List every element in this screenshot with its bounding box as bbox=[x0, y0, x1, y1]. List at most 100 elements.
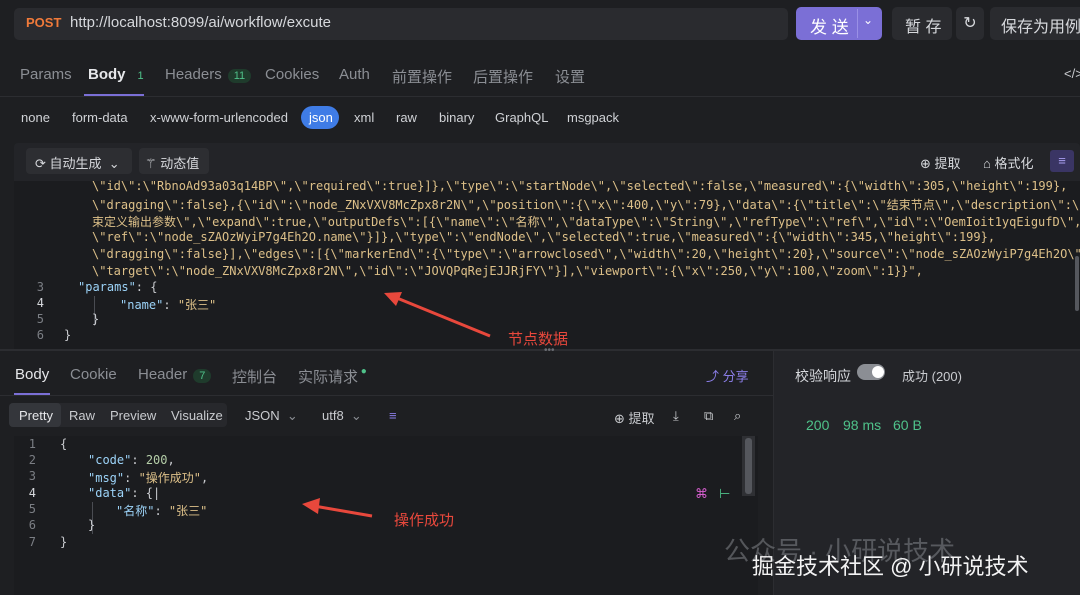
line-number: 3 bbox=[36, 280, 44, 294]
code-line: "name": "张三" bbox=[120, 298, 217, 312]
code-line: \"id\":\"RbnoAd93a03q14BP\",\"required\"… bbox=[92, 179, 1068, 193]
annotation-node-data: 节点数据 bbox=[508, 331, 569, 348]
code-line: "名称": "张三" bbox=[116, 504, 208, 518]
format-icon: ⌂ bbox=[983, 156, 995, 171]
dynamic-value-label: ⚚ 动态值 bbox=[145, 156, 200, 171]
chevron-down-icon[interactable]: ⌄ bbox=[863, 13, 873, 27]
search-icon[interactable]: ⌕ bbox=[734, 408, 741, 424]
body-type-form-data[interactable]: form-data bbox=[72, 110, 128, 125]
line-number: 1 bbox=[28, 437, 36, 451]
body-type-raw[interactable]: raw bbox=[396, 110, 417, 125]
tab-pre-ops[interactable]: 前置操作 bbox=[392, 66, 452, 87]
view-raw[interactable]: Raw bbox=[69, 408, 95, 423]
code-line: { bbox=[60, 437, 68, 451]
tab-params[interactable]: Params bbox=[20, 66, 72, 83]
view-pretty[interactable]: Pretty bbox=[19, 408, 53, 423]
inspect-icon[interactable]: ⌘ bbox=[695, 486, 708, 502]
code-line: "params": { bbox=[78, 280, 158, 294]
tab-post-ops[interactable]: 后置操作 bbox=[473, 66, 533, 87]
tab-divider bbox=[0, 96, 1080, 97]
code-line: \"target\":\"node_ZNxVXV8McZpx8r2N\",\"i… bbox=[92, 264, 923, 278]
line-number: 6 bbox=[36, 328, 44, 342]
res-tab-body[interactable]: Body bbox=[15, 366, 49, 383]
code-line: } bbox=[60, 535, 68, 549]
tab-body[interactable]: Body 1 bbox=[88, 66, 150, 83]
code-line: } bbox=[88, 518, 96, 532]
http-method[interactable]: POST bbox=[26, 15, 61, 30]
wrap-lines-icon[interactable]: ≡ bbox=[389, 408, 397, 423]
copy-icon[interactable]: ⧉ bbox=[704, 408, 713, 424]
chevron-down-icon: ⌄ bbox=[343, 408, 362, 423]
annotation-op-success: 操作成功 bbox=[394, 512, 455, 529]
code-line: \"dragging\":false},{\"id\":\"node_ZNxVX… bbox=[92, 198, 1080, 212]
code-line: "msg": "操作成功", bbox=[88, 471, 209, 485]
body-type-graphql[interactable]: GraphQL bbox=[495, 110, 548, 125]
chevron-down-icon: ⌄ bbox=[279, 408, 298, 423]
code-line: } bbox=[92, 312, 100, 326]
tab-badge: 7 bbox=[193, 369, 212, 383]
chevron-down-icon: ⌄ bbox=[101, 156, 120, 171]
url-input[interactable]: http://localhost:8099/ai/workflow/excute bbox=[70, 14, 331, 31]
auto-generate-label: ⟳ 自动生成 ⌄ bbox=[35, 156, 120, 171]
line-number: 2 bbox=[28, 453, 36, 467]
res-tab-cookie[interactable]: Cookie bbox=[70, 366, 117, 383]
line-number: 7 bbox=[28, 535, 36, 549]
body-type-none[interactable]: none bbox=[21, 110, 50, 125]
download-icon[interactable]: ⤓ bbox=[673, 408, 679, 424]
view-visualize[interactable]: Visualize bbox=[171, 408, 223, 423]
res-tab-console[interactable]: 控制台 bbox=[232, 366, 277, 387]
extract-button[interactable]: ⊕ 提取 bbox=[920, 153, 961, 172]
share-icon: ⤴ bbox=[706, 369, 723, 384]
watermark-bottom: 掘金技术社区 @ 小研说技术 bbox=[752, 554, 1029, 579]
body-type-urlencoded[interactable]: x-www-form-urlencoded bbox=[150, 110, 288, 125]
wrap-lines-icon[interactable]: ≡ bbox=[1050, 150, 1074, 172]
refresh-icon[interactable]: ↻ bbox=[956, 7, 984, 40]
tree-icon[interactable]: ⊢ bbox=[719, 486, 730, 502]
tab-cookies[interactable]: Cookies bbox=[265, 66, 319, 83]
annotation-arrow bbox=[302, 498, 373, 518]
tab-badge: 1 bbox=[137, 70, 144, 82]
status-code: 200 bbox=[806, 417, 830, 433]
res-tab-header[interactable]: Header 7 bbox=[138, 366, 212, 383]
line-number: 5 bbox=[28, 502, 36, 516]
extract-icon: ⊕ bbox=[614, 411, 629, 426]
editor-scrollbar[interactable] bbox=[1075, 256, 1079, 311]
encoding-select[interactable]: utf8 ⌄ bbox=[322, 408, 362, 424]
body-type-binary[interactable]: binary bbox=[439, 110, 474, 125]
magic-wand-icon: ⚚ bbox=[145, 156, 161, 171]
tab-badge: 11 bbox=[227, 69, 252, 83]
annotation-arrow bbox=[384, 292, 491, 338]
tab-auth[interactable]: Auth bbox=[339, 66, 370, 83]
share-button[interactable]: ⤴ 分享 bbox=[706, 366, 749, 385]
body-type-xml[interactable]: xml bbox=[354, 110, 374, 125]
refresh-icon: ⟳ bbox=[35, 156, 50, 171]
response-time: 98 ms bbox=[843, 417, 882, 433]
format-select[interactable]: JSON ⌄ bbox=[245, 408, 298, 424]
save-button-label: 暂 存 bbox=[905, 19, 942, 36]
res-tab-actual-request[interactable]: 实际请求 ● bbox=[298, 366, 367, 387]
save-as-example-label: 保存为用例 bbox=[1001, 19, 1080, 36]
format-button[interactable]: ⌂ 格式化 bbox=[983, 153, 1033, 172]
line-number: 6 bbox=[28, 518, 36, 532]
tab-settings[interactable]: 设置 bbox=[555, 66, 585, 87]
toggle-knob bbox=[872, 366, 884, 378]
status-text: 成功 (200) bbox=[902, 369, 962, 384]
extract-icon: ⊕ bbox=[920, 156, 935, 171]
extract-button[interactable]: ⊕ 提取 bbox=[614, 408, 655, 427]
tab-headers[interactable]: Headers 11 bbox=[165, 66, 252, 83]
status-dot: ● bbox=[358, 366, 367, 377]
body-type-json[interactable]: json bbox=[309, 110, 333, 125]
active-tab-indicator bbox=[84, 94, 144, 96]
response-size: 60 B bbox=[893, 417, 922, 433]
code-icon[interactable]: </> bbox=[1064, 66, 1080, 81]
view-preview[interactable]: Preview bbox=[110, 408, 156, 423]
code-line: "code": 200, bbox=[88, 453, 175, 467]
tab-divider bbox=[0, 395, 773, 396]
line-number: 5 bbox=[36, 312, 44, 326]
code-line: \"ref\":\"node_sZAOzWyiP7g4Eh2O.name\"}]… bbox=[92, 230, 996, 244]
line-number: 4 bbox=[28, 486, 36, 500]
code-line: "data": {| bbox=[88, 486, 161, 500]
code-line: \"dragging\":false}],\"edges\":[{\"marke… bbox=[92, 247, 1080, 261]
body-type-msgpack[interactable]: msgpack bbox=[567, 110, 619, 125]
viewer-scrollbar[interactable] bbox=[745, 438, 752, 494]
